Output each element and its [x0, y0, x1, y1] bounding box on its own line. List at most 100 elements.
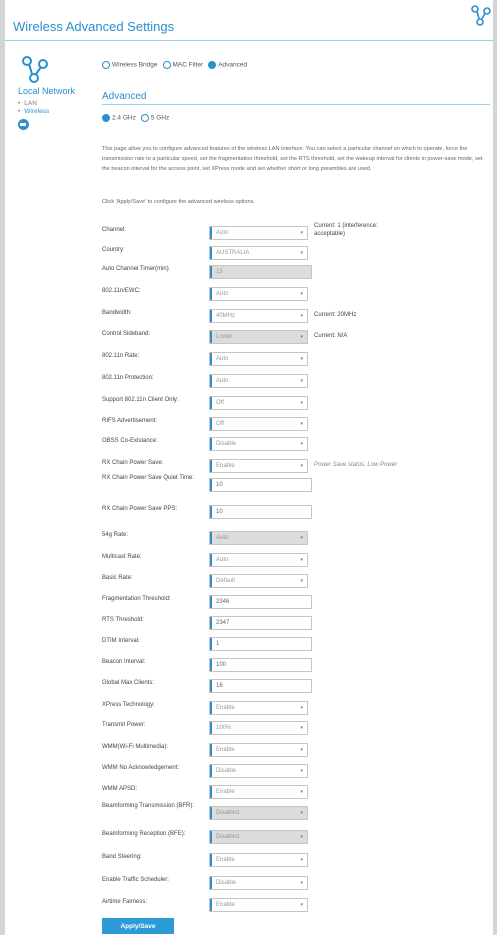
form-row: OBSS Co-Existance: Disable ▾	[102, 437, 490, 456]
field-label: Beamforming Reception (BFE):	[102, 831, 186, 837]
chevron-down-icon: ▾	[300, 313, 303, 319]
field-select[interactable]: Disable ▾	[209, 764, 308, 778]
chevron-down-icon: ▾	[300, 557, 303, 563]
radio-icon[interactable]	[162, 61, 171, 69]
field-value: 10	[216, 509, 223, 515]
field-value: 100	[216, 662, 227, 668]
field-input[interactable]: 2346	[209, 595, 312, 609]
sidebar: Local Network LAN Wireless	[18, 56, 98, 130]
field-select[interactable]: Auto ▾	[209, 287, 308, 301]
radio-icon[interactable]	[140, 114, 149, 122]
field-select[interactable]: Off ▾	[209, 417, 308, 431]
form-row: 802.11n/EWC: Auto ▾	[102, 287, 490, 306]
field-select[interactable]: Enable ▾	[209, 898, 308, 912]
chevron-down-icon: ▾	[300, 834, 303, 840]
field-label: Transmit Power:	[102, 722, 146, 728]
form-row: Beamforming Reception (BFE): Disabled ▾	[102, 830, 490, 849]
field-select[interactable]: 100% ▾	[209, 721, 308, 735]
form-row: 54g Rate: Auto ▾	[102, 531, 490, 550]
form-row: Auto Channel Timer(min) 15	[102, 265, 490, 284]
tab-advanced[interactable]: Advanced	[208, 61, 247, 69]
chevron-down-icon: ▾	[300, 334, 303, 340]
field-label: Beamforming Transmission (BFR):	[102, 803, 195, 809]
field-select[interactable]: Default ▾	[209, 574, 308, 588]
field-focus-bar	[210, 617, 212, 629]
field-select[interactable]: 40MHz ▾	[209, 309, 308, 323]
field-label: Airtime Fairness:	[102, 899, 148, 905]
chevron-down-icon: ▾	[300, 356, 303, 362]
field-status: Power Save status: Low Power	[314, 462, 398, 468]
field-select[interactable]: Enable ▾	[209, 459, 308, 473]
field-input[interactable]: 10	[209, 478, 312, 492]
field-select: Lower ▾	[209, 330, 308, 344]
chevron-down-icon: ▾	[300, 705, 303, 711]
field-select[interactable]: Auto ▾	[209, 226, 308, 240]
field-input[interactable]: 2347	[209, 616, 312, 630]
field-input[interactable]: 1	[209, 637, 312, 651]
field-status: Current: 1 (interference: acceptable)	[314, 223, 378, 237]
field-select[interactable]: Auto ▾	[209, 553, 308, 567]
apply-save-button[interactable]: Apply/Save	[102, 918, 174, 934]
field-label: WMM No Acknowledgement:	[102, 765, 180, 771]
field-value: 100%	[216, 725, 232, 731]
field-input[interactable]: 10	[209, 505, 312, 519]
sidebar-item-lan[interactable]: LAN	[18, 100, 98, 108]
field-select[interactable]: Enable ▾	[209, 743, 308, 757]
local-network-icon	[22, 56, 48, 83]
field-select[interactable]: Enable ▾	[209, 785, 308, 799]
tab-mac-filter[interactable]: MAC Filter	[162, 61, 203, 69]
radio-selected-icon[interactable]	[102, 114, 110, 122]
field-focus-bar	[210, 506, 212, 518]
field-focus-bar	[210, 532, 212, 544]
radio-icon[interactable]	[102, 61, 110, 69]
form-row: Support 802.11n Client Only: Off ▾	[102, 396, 490, 415]
tab-wireless-bridge[interactable]: Wireless Bridge	[102, 61, 158, 69]
field-value: Disabled	[216, 834, 240, 840]
field-select[interactable]: Enable ▾	[209, 853, 308, 867]
field-select[interactable]: Enable ▾	[209, 701, 308, 715]
field-select[interactable]: AUSTRALIA ▾	[209, 246, 308, 260]
field-value: Disabled	[216, 810, 240, 816]
field-input[interactable]: 16	[209, 679, 312, 693]
field-value: Disable	[216, 441, 237, 447]
field-label: Enable Traffic Scheduler:	[102, 877, 169, 883]
field-focus-bar	[210, 575, 212, 587]
sidebar-item-wireless[interactable]: Wireless	[18, 108, 98, 116]
field-label: Band Steering:	[102, 854, 142, 860]
field-focus-bar	[210, 877, 212, 889]
field-focus-bar	[210, 460, 212, 472]
field-label: Bandwidth:	[102, 310, 132, 316]
field-select[interactable]: Auto ▾	[209, 352, 308, 366]
field-select[interactable]: Disable ▾	[209, 876, 308, 890]
form-row: Country: AUSTRALIA ▾	[102, 246, 490, 265]
chevron-down-icon: ▾	[300, 441, 303, 447]
chevron-down-icon: ▾	[300, 857, 303, 863]
form-row: Bandwidth: 40MHz ▾ Current: 20MHz	[102, 309, 490, 328]
form-row: Control Sideband: Lower ▾ Current: N/A	[102, 330, 490, 349]
field-label: OBSS Co-Existance:	[102, 438, 158, 444]
radio-selected-icon[interactable]	[208, 61, 217, 69]
band-5ghz[interactable]: 5 GHz	[140, 114, 169, 122]
field-status: Current: N/A	[314, 333, 348, 339]
field-select[interactable]: Off ▾	[209, 396, 308, 410]
window-frame-left	[0, 0, 5, 935]
band-24ghz[interactable]: 2.4 GHz	[102, 114, 136, 122]
field-focus-bar	[210, 765, 212, 777]
field-select[interactable]: Auto ▾	[209, 374, 308, 388]
field-focus-bar	[210, 807, 212, 819]
field-value: Auto	[216, 291, 229, 297]
field-select: Auto ▾	[209, 531, 308, 545]
field-select[interactable]: Disable ▾	[209, 437, 308, 451]
section-title: Advanced	[102, 91, 147, 102]
field-value: 2347	[216, 620, 230, 626]
back-arrow-icon[interactable]	[18, 119, 29, 130]
field-focus-bar	[210, 786, 212, 798]
field-label: RX Chain Power Save:	[102, 460, 164, 466]
field-input[interactable]: 100	[209, 658, 312, 672]
chevron-down-icon: ▾	[300, 902, 303, 908]
field-value: Enable	[216, 902, 235, 908]
form-row: Beacon Interval: 100	[102, 658, 490, 677]
band-selector: 2.4 GHz 5 GHz	[102, 114, 169, 122]
field-value: Disable	[216, 880, 237, 886]
field-focus-bar	[210, 831, 212, 843]
